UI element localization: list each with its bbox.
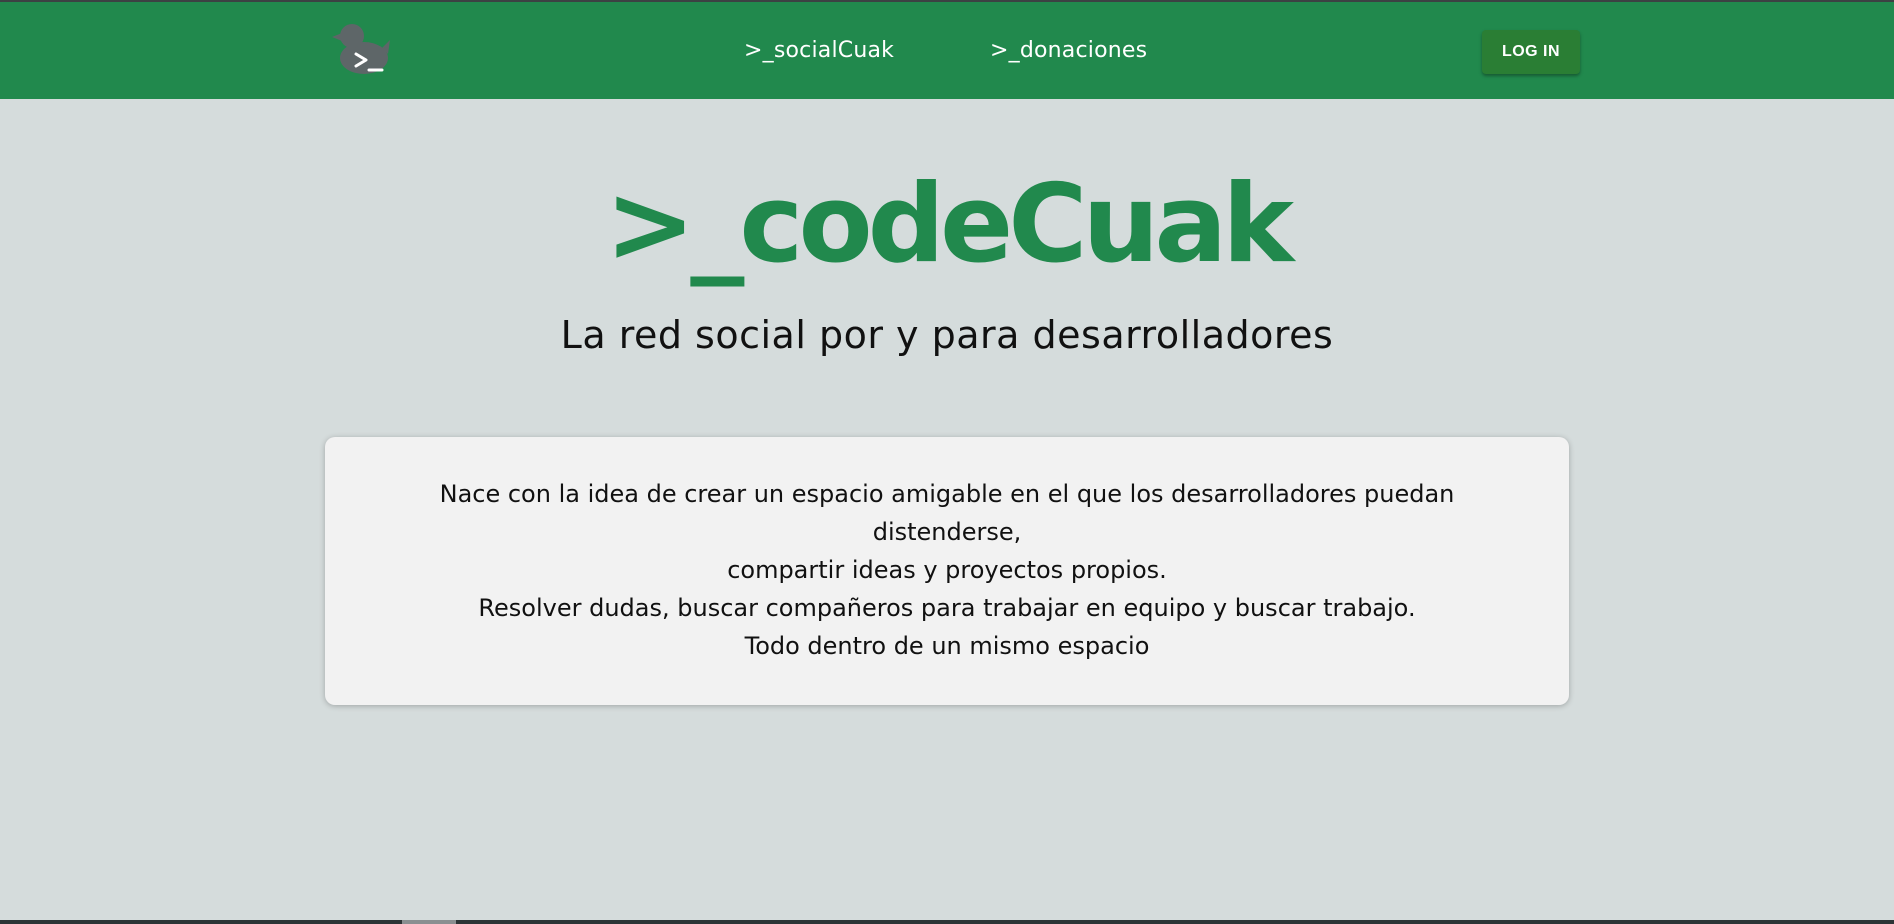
scrollbar-thumb[interactable]	[402, 920, 456, 924]
description-line: compartir ideas y proyectos propios.	[727, 556, 1167, 584]
description-line: Todo dentro de un mismo espacio	[744, 632, 1150, 660]
nav-link-donaciones[interactable]: >_donaciones	[990, 36, 1147, 66]
nav-link-socialcuak[interactable]: >_socialCuak	[744, 36, 894, 66]
duck-logo-icon[interactable]	[330, 20, 392, 78]
description-line: Nace con la idea de crear un espacio ami…	[439, 480, 1455, 546]
description-text: Nace con la idea de crear un espacio ami…	[365, 475, 1529, 665]
navbar: >_socialCuak >_donaciones LOG IN	[0, 2, 1894, 99]
hero-subtitle: La red social por y para desarrolladores	[560, 313, 1334, 357]
horizontal-scrollbar[interactable]	[0, 920, 1894, 924]
hero-title: >_codeCuak	[604, 162, 1294, 287]
page: >_socialCuak >_donaciones LOG IN >_codeC…	[0, 0, 1894, 924]
description-card: Nace con la idea de crear un espacio ami…	[325, 437, 1569, 705]
login-button[interactable]: LOG IN	[1482, 30, 1580, 74]
description-line: Resolver dudas, buscar compañeros para t…	[478, 594, 1416, 622]
